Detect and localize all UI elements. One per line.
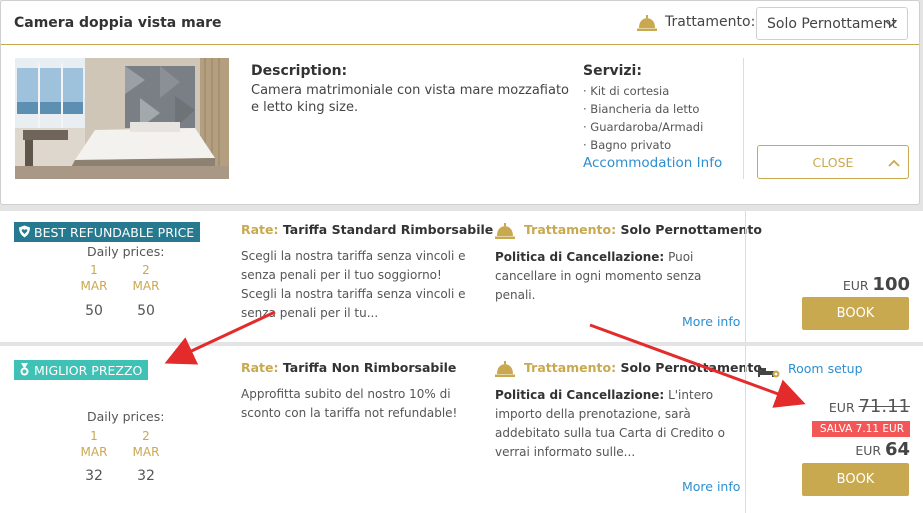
day-column: 2 MAR bbox=[131, 428, 161, 460]
rate-name: Tariffa Non Rimborsabile bbox=[282, 360, 457, 375]
day-month: MAR bbox=[80, 445, 108, 459]
day-price: 50 bbox=[85, 303, 103, 319]
treatment-select-value: Solo Pernottament bbox=[767, 16, 898, 32]
rate-treatment: Trattamento: Solo Pernottamento bbox=[524, 222, 762, 237]
medal-icon bbox=[20, 363, 29, 376]
rate-row-non-refundable: MIGLIOR PREZZO Daily prices: 1 MAR 2 MAR… bbox=[0, 346, 923, 513]
room-header: Camera doppia vista mare Trattamento: So… bbox=[1, 1, 919, 45]
services-list: · Kit di cortesia · Biancheria da letto … bbox=[583, 82, 703, 154]
description-text: Camera matrimoniale con vista mare mozza… bbox=[251, 83, 570, 115]
rate-row-refundable: BEST REFUNDABLE PRICE Daily prices: 1 MA… bbox=[0, 211, 923, 343]
accommodation-info-link[interactable]: Accommodation Info bbox=[583, 155, 722, 171]
price: EUR 64 bbox=[855, 439, 910, 460]
room-title: Camera doppia vista mare bbox=[14, 15, 222, 31]
room-photo bbox=[15, 58, 229, 179]
day-column: 1 MAR bbox=[79, 262, 109, 294]
old-price-value: 71.11 bbox=[858, 396, 910, 417]
day-price: 50 bbox=[137, 303, 155, 319]
rate-description: Scegli la nostra tariffa senza vincoli e… bbox=[241, 249, 466, 320]
service-bell-icon bbox=[637, 15, 657, 31]
day-number: 1 bbox=[90, 263, 98, 277]
more-info-link[interactable]: More info bbox=[682, 479, 740, 494]
day-month: MAR bbox=[132, 279, 160, 293]
room-card: Camera doppia vista mare Trattamento: So… bbox=[0, 0, 920, 205]
services-heading: Servizi: bbox=[583, 63, 642, 79]
chevron-up-icon bbox=[888, 159, 900, 167]
more-info-link[interactable]: More info bbox=[682, 314, 740, 329]
service-item: · Bagno privato bbox=[583, 138, 672, 152]
policy-label: Politica di Cancellazione: bbox=[495, 388, 665, 402]
service-item: · Biancheria da letto bbox=[583, 102, 700, 116]
close-button-label: CLOSE bbox=[812, 155, 854, 170]
price: EUR 100 bbox=[843, 274, 910, 295]
price-currency: EUR bbox=[855, 443, 882, 458]
divider bbox=[743, 58, 744, 179]
price-value: 64 bbox=[884, 439, 910, 460]
day-column: 1 MAR bbox=[79, 428, 109, 460]
chevron-down-icon bbox=[885, 20, 897, 28]
rate-label: Rate: bbox=[241, 222, 279, 237]
service-item: · Guardaroba/Armadi bbox=[583, 120, 704, 134]
treatment-label: Trattamento: bbox=[524, 222, 617, 237]
rate-treatment: Trattamento: Solo Pernottamento bbox=[524, 360, 762, 375]
shield-heart-icon bbox=[19, 225, 30, 238]
price-value: 100 bbox=[872, 274, 910, 295]
day-price: 32 bbox=[137, 468, 155, 484]
badge-label: MIGLIOR PREZZO bbox=[34, 363, 143, 378]
day-number: 2 bbox=[142, 429, 150, 443]
day-number: 1 bbox=[90, 429, 98, 443]
treatment-select[interactable]: Solo Pernottament bbox=[756, 7, 908, 40]
price-currency: EUR bbox=[828, 400, 855, 415]
cancellation-policy: Politica di Cancellazione: Puoi cancella… bbox=[495, 248, 740, 305]
rate-title: Rate: Tariffa Non Rimborsabile bbox=[241, 360, 456, 375]
old-price: EUR 71.11 bbox=[829, 396, 910, 417]
rate-description: Approfitta subito del nostro 10% di scon… bbox=[241, 387, 458, 420]
service-bell-icon bbox=[495, 361, 515, 377]
treatment-label: Trattamento: bbox=[524, 360, 617, 375]
divider bbox=[745, 346, 746, 513]
badge-label: BEST REFUNDABLE PRICE bbox=[34, 225, 195, 240]
day-month: MAR bbox=[132, 445, 160, 459]
best-price-badge: MIGLIOR PREZZO bbox=[14, 360, 149, 380]
treatment-value: Solo Pernottamento bbox=[620, 222, 762, 237]
service-item: · Kit di cortesia bbox=[583, 84, 670, 98]
day-month: MAR bbox=[80, 279, 108, 293]
service-bell-icon bbox=[495, 223, 515, 239]
book-button[interactable]: BOOK bbox=[802, 297, 909, 330]
rate-name: Tariffa Standard Rimborsabile bbox=[282, 222, 494, 237]
day-number: 2 bbox=[142, 263, 150, 277]
daily-prices-heading: Daily prices: bbox=[87, 409, 165, 424]
room-setup-link[interactable]: Room setup bbox=[788, 361, 863, 376]
rate-label: Rate: bbox=[241, 360, 279, 375]
description-heading: Description: bbox=[251, 63, 348, 79]
book-button[interactable]: BOOK bbox=[802, 463, 909, 496]
daily-prices-heading: Daily prices: bbox=[87, 244, 165, 259]
savings-badge: SALVA 7.11 EUR bbox=[811, 421, 910, 437]
bed-settings-icon bbox=[758, 365, 780, 378]
close-button[interactable]: CLOSE bbox=[757, 145, 909, 179]
cancellation-policy: Politica di Cancellazione: L'intero impo… bbox=[495, 386, 740, 462]
day-column: 2 MAR bbox=[131, 262, 161, 294]
treatment-label: Trattamento: bbox=[665, 14, 756, 30]
price-currency: EUR bbox=[842, 278, 869, 293]
best-refundable-badge: BEST REFUNDABLE PRICE bbox=[14, 222, 201, 242]
policy-label: Politica di Cancellazione: bbox=[495, 250, 665, 264]
divider bbox=[745, 211, 746, 342]
treatment-value: Solo Pernottamento bbox=[620, 360, 762, 375]
day-price: 32 bbox=[85, 468, 103, 484]
rate-title: Rate: Tariffa Standard Rimborsabile bbox=[241, 222, 493, 237]
